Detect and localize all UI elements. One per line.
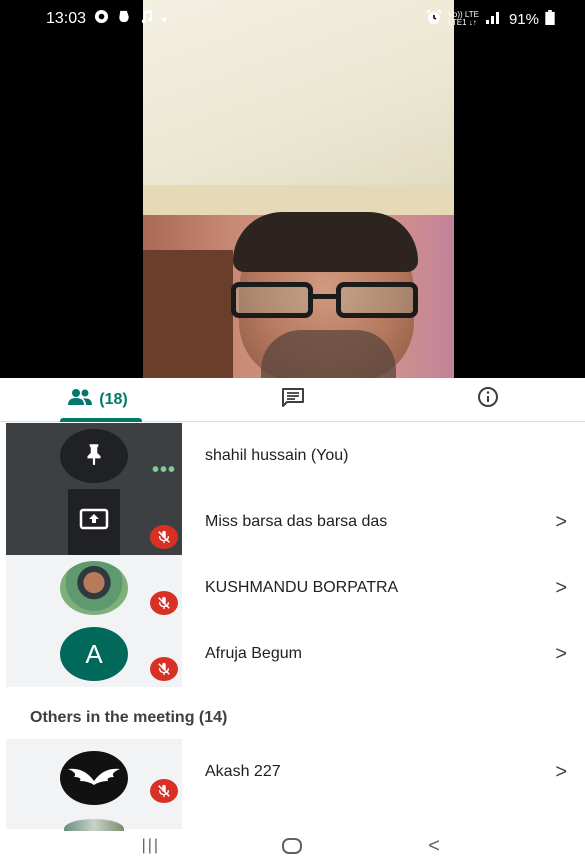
- video-feed-area[interactable]: 13:03 • Vo)) LTE LTE1 ↓↑ 91%: [0, 0, 585, 378]
- battery-percent: 91%: [508, 10, 539, 28]
- more-notifications-dot: •: [162, 11, 167, 27]
- status-time: 13:03: [46, 10, 87, 27]
- chevron-right-icon[interactable]: >: [555, 621, 567, 687]
- home-icon: [282, 838, 303, 854]
- chevron-right-icon[interactable]: >: [555, 739, 567, 805]
- mic-off-icon: [158, 596, 170, 610]
- mic-off-icon: [158, 662, 170, 676]
- speaking-indicator: •••: [152, 459, 177, 481]
- signal-icon: [485, 10, 503, 28]
- others-section-title: Others in the meeting (14): [30, 709, 228, 726]
- muted-badge: [150, 525, 178, 549]
- chrome-notification-icon: [94, 9, 109, 29]
- participant-tile: A: [6, 621, 182, 687]
- wings-icon: [68, 768, 120, 785]
- participant-name: Miss barsa das barsa das: [205, 513, 388, 530]
- back-icon: <: [428, 834, 440, 857]
- participant-tile: [6, 489, 182, 555]
- wings-avatar: [60, 751, 128, 805]
- participant-name: shahil hussain (You): [205, 447, 349, 464]
- chevron-right-icon[interactable]: >: [555, 489, 567, 555]
- participant-row[interactable]: Akash 227 >: [0, 739, 585, 839]
- participant-row[interactable]: A Afruja Begum >: [0, 621, 585, 687]
- chat-icon: [281, 387, 305, 412]
- system-navigation-bar: ||| <: [0, 831, 585, 861]
- participant-name: Akash 227: [205, 763, 281, 780]
- avatar: [60, 429, 128, 483]
- muted-badge: [150, 591, 178, 615]
- muted-badge: [150, 657, 178, 681]
- battery-icon: [545, 9, 555, 29]
- status-bar: 13:03 • Vo)) LTE LTE1 ↓↑ 91%: [0, 0, 585, 38]
- profile-photo: [60, 561, 128, 615]
- selected-tab-indicator: [60, 418, 142, 422]
- avatar: [60, 561, 128, 615]
- participant-row[interactable]: ••• shahil hussain (You): [0, 423, 585, 489]
- tab-people[interactable]: (18): [0, 378, 195, 422]
- avatar: [60, 495, 128, 549]
- meeting-tabs: (18): [0, 378, 585, 422]
- recents-button[interactable]: |||: [121, 837, 181, 855]
- participant-video: [143, 0, 454, 378]
- info-icon: [477, 386, 499, 413]
- people-icon: [67, 388, 93, 411]
- participant-tile: •••: [6, 423, 182, 489]
- pin-icon[interactable]: [81, 441, 107, 472]
- avatar: A: [60, 627, 128, 681]
- participant-row[interactable]: Miss barsa das barsa das >: [0, 489, 585, 555]
- back-button[interactable]: <: [404, 835, 464, 858]
- music-icon: [139, 9, 154, 29]
- participant-name: KUSHMANDU BORPATRA: [205, 579, 399, 596]
- app-notification-icon: [117, 9, 131, 29]
- participant-count: (18): [99, 390, 128, 408]
- chevron-right-icon[interactable]: >: [555, 555, 567, 621]
- participant-list: ••• shahil hussain (You) Miss barsa das …: [0, 423, 585, 687]
- tab-info[interactable]: [390, 378, 585, 421]
- participant-tile: [6, 739, 182, 839]
- alarm-icon: [426, 9, 442, 29]
- screen-share-icon: [79, 508, 109, 537]
- participant-name: Afruja Begum: [205, 645, 302, 662]
- others-list: Akash 227 >: [0, 739, 585, 839]
- participant-row[interactable]: KUSHMANDU BORPATRA >: [0, 555, 585, 621]
- recents-icon: |||: [141, 837, 161, 854]
- mic-off-icon: [158, 530, 170, 544]
- muted-badge: [150, 779, 178, 803]
- participant-tile: [6, 555, 182, 621]
- mic-off-icon: [158, 784, 170, 798]
- tab-chat[interactable]: [195, 378, 390, 421]
- lte-indicator: LTE1 ↓↑: [447, 18, 477, 27]
- home-button[interactable]: [262, 837, 322, 855]
- avatar-initial: A: [60, 627, 128, 681]
